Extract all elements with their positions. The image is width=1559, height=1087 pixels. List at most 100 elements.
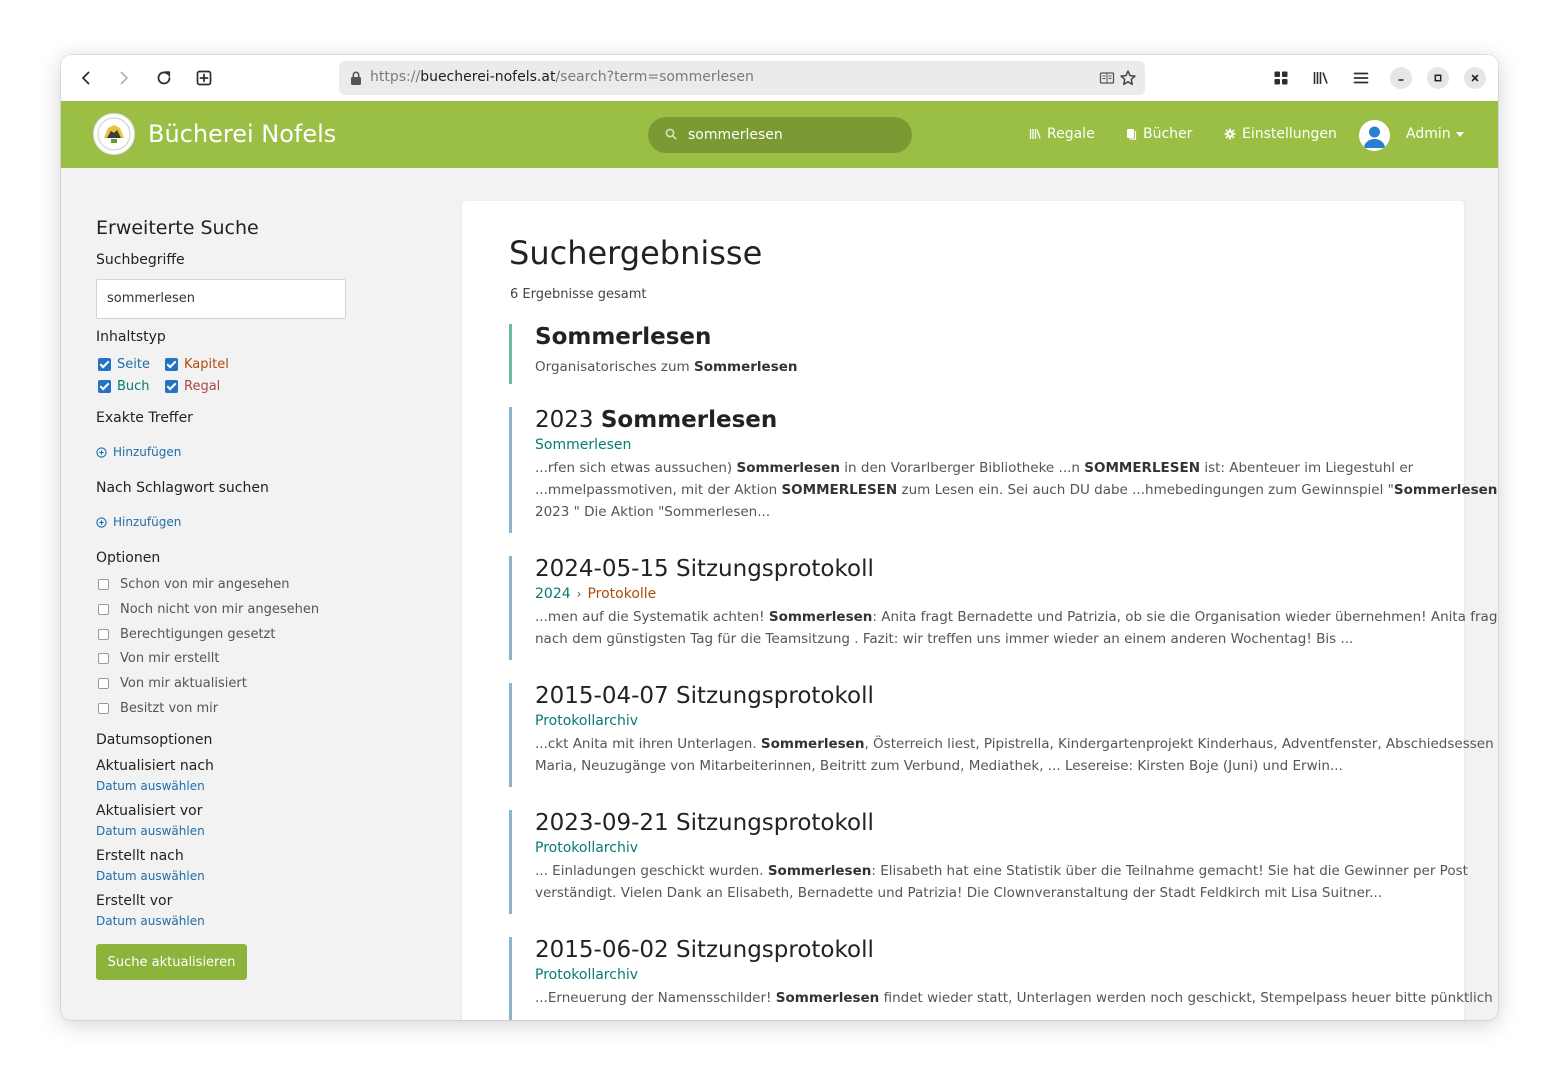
user-menu-label[interactable]: Admin xyxy=(1406,126,1451,142)
option-label: Schon von mir angesehen xyxy=(120,577,290,592)
minimize-icon[interactable] xyxy=(1390,67,1412,89)
option-not-viewed-by-me[interactable]: Noch nicht von mir angesehen xyxy=(98,602,319,617)
snippet-text: ...men auf die Systematik achten! xyxy=(535,609,769,625)
add-exact-match-label: Hinzufügen xyxy=(113,445,182,459)
snippet-text: nach dem günstigsten Tag für die Teamsit… xyxy=(535,631,1354,647)
search-terms-label: Suchbegriffe xyxy=(96,252,185,268)
breadcrumb-book-link[interactable]: 2024 xyxy=(535,586,571,602)
search-result[interactable]: 2015-06-02 Sitzungsprotokoll Protokollar… xyxy=(509,937,1493,1020)
checkbox-empty-icon xyxy=(98,579,109,590)
result-snippet: ...men auf die Systematik achten! Sommer… xyxy=(535,606,1498,650)
snippet-text: ... Einladungen geschickt wurden. xyxy=(535,863,768,879)
result-title[interactable]: 2015-06-02 Sitzungsprotokoll xyxy=(535,937,1409,963)
option-created-by-me[interactable]: Von mir erstellt xyxy=(98,651,220,666)
result-title[interactable]: 2023 Sommerlesen xyxy=(535,407,1409,433)
created-after-date-picker[interactable]: Datum auswählen xyxy=(96,869,205,883)
nav-settings-label: Einstellungen xyxy=(1242,126,1337,142)
app-header: Bücherei Nofels sommerlesen Regale Büche… xyxy=(61,101,1498,168)
new-tab-icon[interactable] xyxy=(192,66,216,90)
updated-after-date-picker[interactable]: Datum auswählen xyxy=(96,779,205,793)
result-title[interactable]: 2024-05-15 Sitzungsprotokoll xyxy=(535,556,1409,582)
breadcrumb-chapter-link[interactable]: Protokolle xyxy=(587,586,656,602)
search-result[interactable]: 2015-04-07 Sitzungsprotokoll Protokollar… xyxy=(509,683,1494,787)
header-search-value: sommerlesen xyxy=(688,127,783,143)
logo-emblem-icon xyxy=(97,117,131,151)
search-result[interactable]: 2023-09-21 Sitzungsprotokoll Protokollar… xyxy=(509,810,1468,914)
snippet-text: ...ckt Anita mit ihren Unterlagen. xyxy=(535,736,761,752)
bookmark-star-icon[interactable] xyxy=(1119,69,1137,87)
header-search-input[interactable]: sommerlesen xyxy=(648,117,912,153)
search-terms-input[interactable]: sommerlesen xyxy=(96,279,346,319)
updated-before-date-picker[interactable]: Datum auswählen xyxy=(96,824,205,838)
plus-circle-icon xyxy=(96,516,107,528)
type-book-checkbox[interactable]: Buch xyxy=(98,379,150,394)
menu-icon[interactable] xyxy=(1349,66,1373,90)
add-tag-label: Hinzufügen xyxy=(113,515,182,529)
maximize-icon[interactable] xyxy=(1427,67,1449,89)
search-result[interactable]: Sommerlesen Organisatorisches zum Sommer… xyxy=(509,324,1409,384)
breadcrumb-book-link[interactable]: Sommerlesen xyxy=(535,437,631,453)
date-options-label: Datumsoptionen xyxy=(96,732,213,748)
url-path: /search?term=sommerlesen xyxy=(555,69,754,85)
created-before-date-picker[interactable]: Datum auswählen xyxy=(96,914,205,928)
url-scheme: https:// xyxy=(370,69,421,85)
extensions-grid-icon[interactable] xyxy=(1269,66,1293,90)
close-icon[interactable] xyxy=(1464,67,1486,89)
option-label: Noch nicht von mir angesehen xyxy=(120,602,320,617)
result-title-highlight: Sommerlesen xyxy=(600,407,778,433)
breadcrumb: 2024 › Protokolle xyxy=(535,586,1409,602)
address-bar[interactable]: https://buecherei-nofels.at/search?term=… xyxy=(339,61,1145,95)
breadcrumb: Sommerlesen xyxy=(535,437,1409,453)
type-page-checkbox[interactable]: Seite xyxy=(98,357,150,372)
update-search-button[interactable]: Suche aktualisieren xyxy=(96,944,247,980)
books-icon xyxy=(1127,129,1137,140)
snippet-highlight: Sommerlesen xyxy=(768,609,873,625)
type-shelf-checkbox[interactable]: Regal xyxy=(165,379,220,394)
library-icon[interactable] xyxy=(1309,66,1333,90)
add-tag-button[interactable]: Hinzufügen xyxy=(96,515,181,529)
snippet-text: ...rfen sich etwas aussuchen) xyxy=(535,460,737,476)
add-exact-match-button[interactable]: Hinzufügen xyxy=(96,445,181,459)
option-viewed-by-me[interactable]: Schon von mir angesehen xyxy=(98,577,289,592)
nav-books-link[interactable]: Bücher xyxy=(1126,126,1192,142)
brand-title[interactable]: Bücherei Nofels xyxy=(148,120,336,148)
back-icon[interactable] xyxy=(74,66,98,90)
options-label: Optionen xyxy=(96,550,161,566)
logo[interactable] xyxy=(93,113,135,155)
results-count: 6 Ergebnisse gesamt xyxy=(510,287,647,302)
result-subtitle-text: Organisatorisches zum xyxy=(535,359,694,375)
reload-icon[interactable] xyxy=(152,66,176,90)
result-title[interactable]: Sommerlesen xyxy=(535,324,1409,350)
option-owned-by-me[interactable]: Besitzt von mir xyxy=(98,701,218,716)
updated-before-label: Aktualisiert vor xyxy=(96,803,203,819)
nav-shelves-label: Regale xyxy=(1047,126,1095,142)
breadcrumb-book-link[interactable]: Protokollarchiv xyxy=(535,840,638,856)
option-updated-by-me[interactable]: Von mir aktualisiert xyxy=(98,676,247,691)
chevron-down-icon[interactable] xyxy=(1456,132,1464,137)
type-book-label: Buch xyxy=(117,379,150,394)
result-snippet: ...ckt Anita mit ihren Unterlagen. Somme… xyxy=(535,733,1494,777)
nav-settings-link[interactable]: Einstellungen xyxy=(1224,126,1337,142)
forward-icon[interactable] xyxy=(112,66,136,90)
result-snippet: ...rfen sich etwas aussuchen) Sommerlese… xyxy=(535,457,1497,523)
snippet-highlight: Sommerlesen xyxy=(1393,482,1498,498)
search-result[interactable]: 2024-05-15 Sitzungsprotokoll 2024 › Protok… xyxy=(509,556,1498,660)
option-permissions-set[interactable]: Berechtigungen gesetzt xyxy=(98,627,275,642)
breadcrumb-book-link[interactable]: Protokollarchiv xyxy=(535,967,638,983)
search-result[interactable]: 2023 Sommerlesen Sommerlesen ...rfen sic… xyxy=(509,407,1497,533)
snippet-text: : Anita fragt Bernadette und Patrizia, o… xyxy=(872,609,1498,625)
checkbox-checked-icon xyxy=(98,358,111,371)
nav-shelves-link[interactable]: Regale xyxy=(1029,126,1095,142)
result-title[interactable]: 2015-04-07 Sitzungsprotokoll xyxy=(535,683,1409,709)
reader-view-icon[interactable] xyxy=(1099,70,1115,86)
snippet-text: ...mmelpassmotiven, mit der Aktion xyxy=(535,482,782,498)
avatar[interactable] xyxy=(1359,120,1390,151)
breadcrumb-book-link[interactable]: Protokollarchiv xyxy=(535,713,638,729)
result-title[interactable]: 2023-09-21 Sitzungsprotokoll xyxy=(535,810,1409,836)
breadcrumb: Protokollarchiv xyxy=(535,840,1409,856)
snippet-text: , Österreich liest, Pipistrella, Kinderg… xyxy=(864,736,1494,752)
type-chapter-checkbox[interactable]: Kapitel xyxy=(165,357,229,372)
checkbox-empty-icon xyxy=(98,629,109,640)
created-before-label: Erstellt vor xyxy=(96,893,173,909)
browser-toolbar: https://buecherei-nofels.at/search?term=… xyxy=(61,55,1498,101)
